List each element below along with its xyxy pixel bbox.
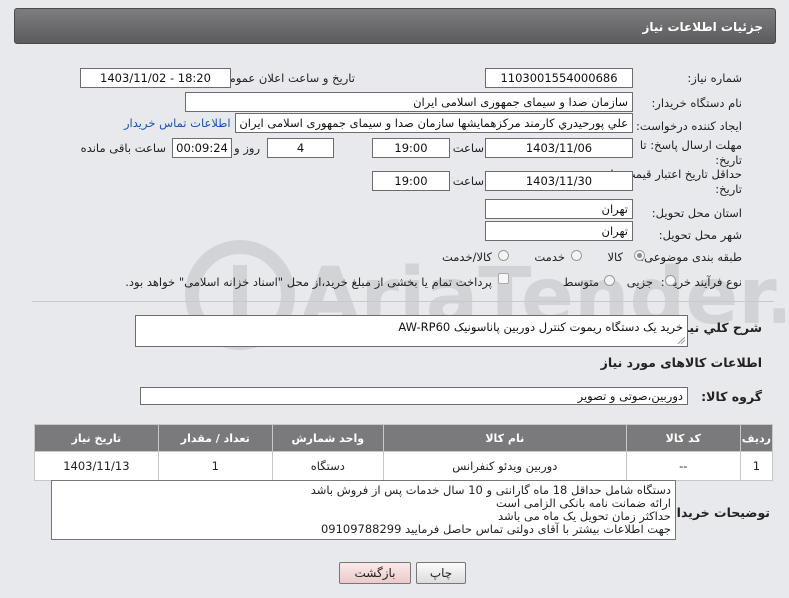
subject-service-label: خدمت [534, 250, 565, 264]
validity-date-field: 1403/11/30 [485, 171, 633, 191]
reply-hour-label: ساعت [452, 141, 484, 155]
buyer-contact-link[interactable]: اطلاعات تماس خریدار [124, 116, 231, 130]
col-name: نام کالا [382, 424, 627, 452]
buyer-notes-label: توضیحات خریدار: [664, 505, 770, 520]
city-label: شهر محل تحویل: [658, 228, 742, 242]
cell-qty: 1 [157, 451, 273, 481]
page-header: جزئیات اطلاعات نیاز [14, 8, 776, 44]
print-button[interactable]: چاپ [416, 562, 466, 584]
cell-code: -- [625, 451, 741, 481]
announce-datetime-label: تاریخ و ساعت اعلان عمومی: [216, 71, 355, 85]
cell-need-date: 1403/11/13 [34, 451, 159, 481]
goods-table-header: ردیف کد کالا نام کالا واحد شمارش تعداد /… [34, 424, 774, 452]
goods-group-label: گروه کالا: [701, 389, 762, 404]
requester-label: ایجاد کننده درخواست: [636, 119, 742, 133]
subject-goods-service-radio[interactable] [498, 250, 509, 261]
subject-class-label: طبقه بندی موضوعی: [640, 250, 742, 264]
purchase-minor-radio[interactable] [665, 275, 676, 286]
hours-remaining-label: ساعت باقی مانده [80, 141, 166, 155]
resize-grip-icon[interactable] [677, 336, 685, 344]
subject-goods-service-label: کالا/خدمت [441, 250, 492, 264]
days-field: 4 [267, 138, 334, 158]
page-title: جزئیات اطلاعات نیاز [642, 20, 763, 34]
table-row: 1 -- دوربین ویدئو کنفرانس دستگاه 1 1403/… [34, 451, 774, 481]
reply-date-field: 1403/11/06 [485, 138, 633, 158]
validity-time-field: 19:00 [372, 171, 450, 191]
buyer-notes-field: دستگاه شامل حداقل 18 ماه گارانتی و 10 سا… [51, 480, 676, 540]
reply-deadline-label: مهلت ارسال پاسخ: تا تاریخ: [639, 138, 742, 167]
subject-goods-radio[interactable] [634, 250, 645, 261]
subject-service-radio[interactable] [571, 250, 582, 261]
purchase-medium-radio[interactable] [604, 275, 615, 286]
purchase-minor-label: جزیی [626, 275, 653, 289]
treasury-payment-checkbox[interactable] [498, 273, 509, 284]
requester-field: علي پورحيدري کارمند مرکزهمایشها سازمان ص… [235, 113, 633, 133]
buyer-org-field: سازمان صدا و سیمای جمهوری اسلامی ایران [185, 92, 633, 112]
cell-unit: دستگاه [271, 451, 384, 481]
goods-table: ردیف کد کالا نام کالا واحد شمارش تعداد /… [34, 424, 774, 481]
back-button[interactable]: بازگشت [339, 562, 411, 584]
announce-datetime-field: 1403/11/02 - 18:20 [80, 68, 231, 88]
cell-name: دوربین ویدئو کنفرانس [382, 451, 627, 481]
divider [32, 301, 774, 302]
col-qty: تعداد / مقدار [157, 424, 273, 452]
province-label: استان محل تحویل: [651, 206, 742, 220]
col-unit: واحد شمارش [271, 424, 384, 452]
need-summary-field: خرید یک دستگاه ریموت کنترل دوربین پاناسو… [135, 315, 688, 347]
province-field: تهران [485, 199, 633, 219]
subject-goods-label: کالا [607, 250, 623, 264]
need-number-label: شماره نیاز: [687, 71, 742, 85]
need-number-field: 1103001554000686 [485, 68, 633, 88]
city-field: تهران [485, 221, 633, 241]
note-line: جهت اطلاعات بیشتر با آقای دولتی تماس حاص… [320, 522, 671, 536]
days-and-label: روز و [234, 141, 260, 155]
treasury-payment-note: پرداخت تمام یا بخشی از مبلغ خرید،از محل … [125, 275, 492, 289]
validity-hour-label: ساعت [452, 174, 484, 188]
goods-info-heading: اطلاعات کالاهای مورد نیاز [600, 355, 762, 370]
need-summary-text: خرید یک دستگاه ریموت کنترل دوربین پاناسو… [398, 320, 683, 334]
col-row: ردیف [739, 424, 774, 452]
col-need-date: تاریخ نیاز [34, 424, 159, 452]
purchase-medium-label: متوسط [562, 275, 599, 289]
goods-group-field: دوربین،صوتی و تصویر [140, 387, 688, 405]
buyer-org-label: نام دستگاه خریدار: [651, 96, 742, 110]
col-code: کد کالا [625, 424, 741, 452]
remaining-time-field: 00:09:24 [172, 138, 232, 158]
reply-time-field: 19:00 [372, 138, 450, 158]
cell-row: 1 [739, 451, 774, 481]
